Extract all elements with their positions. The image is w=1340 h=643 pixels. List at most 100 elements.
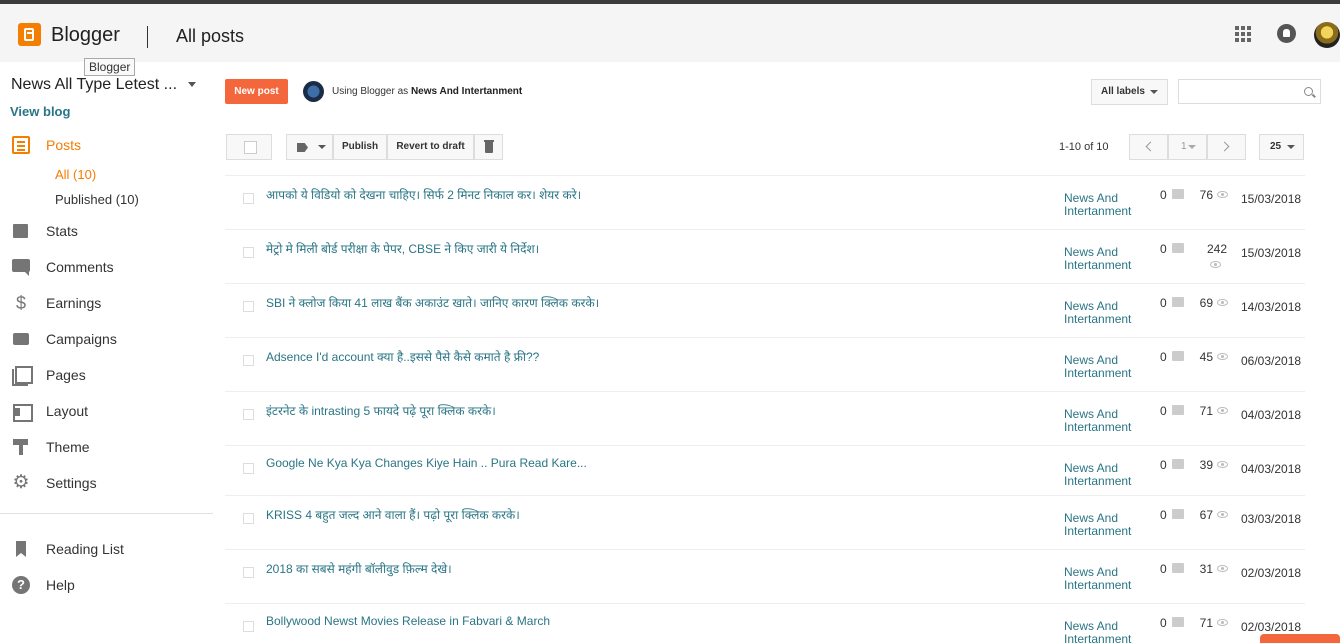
main-content: New post Using Blogger as News And Inter…	[225, 62, 1340, 643]
post-title-link[interactable]: आपको ये विडियो को देखना चाहिए। सिर्फ 2 म…	[266, 186, 581, 203]
sidebar-item-earnings[interactable]: $ Earnings	[0, 290, 215, 318]
table-row: आपको ये विडियो को देखना चाहिए। सिर्फ 2 म…	[225, 175, 1305, 229]
post-label-link[interactable]: News And Intertanment	[1064, 246, 1134, 272]
views-eye-icon	[1217, 299, 1228, 306]
comment-count: 0	[1160, 296, 1167, 310]
sidebar-item-theme[interactable]: Theme	[0, 434, 215, 462]
label-tag-icon	[297, 143, 308, 152]
page-title: All posts	[176, 26, 245, 46]
views-eye-icon	[1210, 261, 1221, 268]
new-post-button[interactable]: New post	[225, 79, 288, 104]
sidebar-item-reading-list[interactable]: Reading List	[0, 536, 215, 564]
row-checkbox[interactable]	[243, 193, 254, 204]
apps-grid-icon[interactable]	[1235, 26, 1251, 42]
table-row: Adsence I'd account क्या है..इससे पैसे क…	[225, 337, 1305, 391]
blog-selector[interactable]: News All Type Letest ...	[11, 76, 177, 94]
view-count: 76	[1199, 188, 1213, 202]
revert-to-draft-button[interactable]: Revert to draft	[387, 134, 474, 160]
post-date: 02/03/2018	[1241, 620, 1302, 634]
post-title-link[interactable]: 2018 का सबसे महंगी बॉलीवुड फ़िल्म देखे।	[266, 560, 452, 577]
post-title-link[interactable]: इंटरनेट के intrasting 5 फायदे पढ़े पूरा …	[266, 402, 496, 419]
row-checkbox[interactable]	[243, 247, 254, 258]
search-icon[interactable]	[1304, 87, 1313, 96]
reading-list-icon	[12, 540, 30, 558]
comment-count: 0	[1160, 508, 1167, 522]
all-labels-dropdown[interactable]: All labels	[1091, 79, 1168, 105]
using-prefix: Using Blogger as	[332, 86, 411, 97]
post-label-link[interactable]: News And Intertanment	[1064, 408, 1134, 434]
view-count: 71	[1199, 404, 1213, 418]
view-count: 45	[1199, 350, 1213, 364]
label-dropdown-button[interactable]	[286, 134, 333, 160]
using-name: News And Intertanment	[410, 86, 523, 97]
post-label-link[interactable]: News And Intertanment	[1064, 462, 1134, 488]
delete-button[interactable]	[474, 134, 503, 160]
views-eye-icon	[1217, 619, 1228, 626]
post-date: 04/03/2018	[1241, 408, 1302, 422]
chevron-right-icon	[1219, 141, 1230, 152]
sidebar-item-label: Settings	[46, 475, 97, 491]
per-page-dropdown[interactable]: 25	[1259, 134, 1304, 160]
post-date: 15/03/2018	[1241, 192, 1302, 206]
table-row: इंटरनेट के intrasting 5 फायदे पढ़े पूरा …	[225, 391, 1305, 445]
sidebar-item-posts[interactable]: Posts	[0, 132, 215, 160]
post-title-link[interactable]: मेट्रो मे मिली बोर्ड परीक्षा के पेपर, CB…	[266, 240, 539, 257]
per-page-value: 25	[1270, 141, 1282, 152]
stats-icon	[12, 222, 30, 240]
search-input[interactable]	[1178, 79, 1321, 104]
views-eye-icon	[1217, 511, 1228, 518]
sidebar-item-pages[interactable]: Pages	[0, 362, 215, 390]
brand-name[interactable]: Blogger	[51, 24, 120, 47]
sidebar-item-stats[interactable]: Stats	[0, 218, 215, 246]
sidebar-item-help[interactable]: Help	[0, 572, 215, 600]
post-label-link[interactable]: News And Intertanment	[1064, 300, 1134, 326]
table-row: मेट्रो मे मिली बोर्ड परीक्षा के पेपर, CB…	[225, 229, 1305, 283]
sidebar-item-campaigns[interactable]: Campaigns	[0, 326, 215, 354]
post-label-link[interactable]: News And Intertanment	[1064, 192, 1134, 218]
post-label-link[interactable]: News And Intertanment	[1064, 354, 1134, 380]
view-count: 31	[1199, 562, 1213, 576]
previous-page-button[interactable]	[1129, 134, 1168, 160]
pages-icon	[12, 366, 33, 386]
view-blog-link[interactable]: View blog	[10, 104, 70, 119]
sidebar-item-comments[interactable]: Comments	[0, 254, 215, 282]
sidebar-item-settings[interactable]: ⚙ Settings	[0, 470, 215, 498]
chevron-down-icon[interactable]	[188, 82, 196, 87]
select-all-checkbox[interactable]	[226, 134, 272, 160]
using-blogger-as: Using Blogger as News And Intertanment	[332, 86, 522, 97]
sidebar-subitem-published[interactable]: Published (10)	[55, 192, 139, 207]
floating-action-button[interactable]	[1260, 634, 1340, 643]
user-avatar[interactable]	[1314, 22, 1340, 48]
sidebar-item-label: Pages	[46, 367, 86, 383]
table-row: SBI ने क्लोज किया 41 लाख बैंक अकाउंट खात…	[225, 283, 1305, 337]
notifications-bell-icon[interactable]	[1277, 24, 1296, 43]
row-checkbox[interactable]	[243, 463, 254, 474]
sidebar: News All Type Letest ... View blog Posts…	[0, 62, 215, 643]
next-page-button[interactable]	[1207, 134, 1246, 160]
row-checkbox[interactable]	[243, 567, 254, 578]
sidebar-subitem-all[interactable]: All (10)	[55, 167, 96, 182]
post-title-link[interactable]: KRISS 4 बहुत जल्द आने वाला हैं। पढ़ो पूर…	[266, 506, 520, 523]
publish-button[interactable]: Publish	[333, 134, 387, 160]
post-date: 14/03/2018	[1241, 300, 1302, 314]
row-checkbox[interactable]	[243, 621, 254, 632]
post-label-link[interactable]: News And Intertanment	[1064, 566, 1134, 592]
all-labels-text: All labels	[1101, 86, 1145, 97]
sidebar-divider	[0, 513, 213, 514]
sidebar-item-label: Layout	[46, 403, 89, 419]
post-label-link[interactable]: News And Intertanment	[1064, 620, 1134, 643]
sidebar-item-layout[interactable]: Layout	[0, 398, 215, 426]
post-title-link[interactable]: Google Ne Kya Kya Changes Kiye Hain .. P…	[266, 456, 587, 470]
post-title-link[interactable]: SBI ने क्लोज किया 41 लाख बैंक अकाउंट खात…	[266, 294, 599, 311]
chevron-down-icon	[1287, 145, 1295, 149]
row-checkbox[interactable]	[243, 409, 254, 420]
post-title-link[interactable]: Bollywood Newst Movies Release in Fabvar…	[266, 614, 550, 628]
post-title-link[interactable]: Adsence I'd account क्या है..इससे पैसे क…	[266, 348, 539, 365]
earnings-icon: $	[15, 293, 26, 313]
row-checkbox[interactable]	[243, 513, 254, 524]
page-number-dropdown[interactable]: 1	[1168, 134, 1207, 160]
post-label-link[interactable]: News And Intertanment	[1064, 512, 1134, 538]
row-checkbox[interactable]	[243, 355, 254, 366]
row-checkbox[interactable]	[243, 301, 254, 312]
blogger-logo-icon[interactable]	[18, 23, 41, 46]
